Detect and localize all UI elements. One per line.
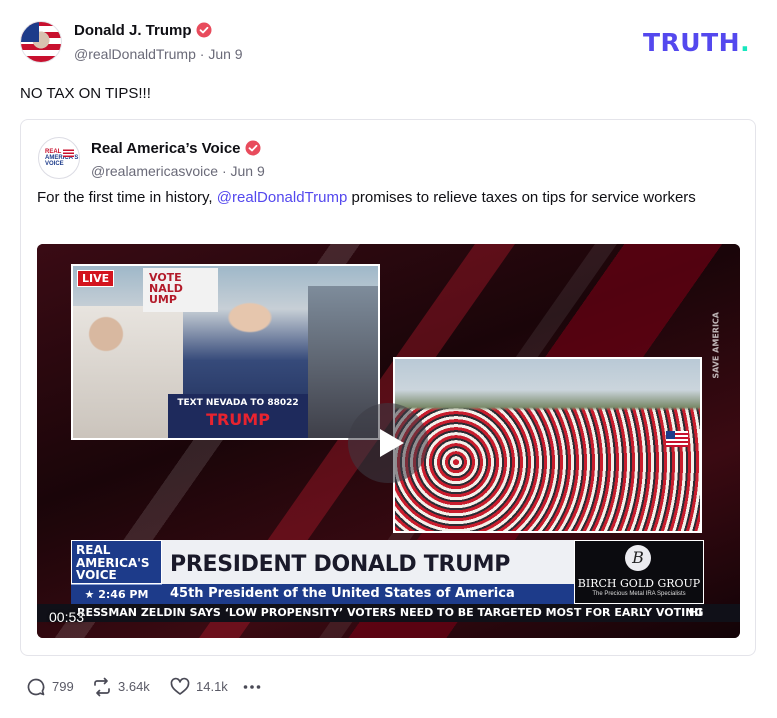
network-logo: REAL AMERICA'S VOICE: [71, 540, 162, 584]
sponsor-tagline: The Precious Metal IRA Specialists: [592, 591, 686, 597]
headline-bar: PRESIDENT DONALD TRUMP: [162, 540, 574, 584]
subheadline: 45th President of the United States of A…: [170, 586, 515, 601]
mention-link[interactable]: @realDonaldTrump: [217, 189, 348, 206]
video-panel-speech: VOTE NALD UMP TEXT NEVADA TO 88022 TRUMP…: [71, 264, 380, 440]
post-text: NO TAX ON TIPS!!!: [20, 85, 151, 102]
vote-sign: VOTE NALD UMP: [143, 268, 218, 312]
repost-icon: [94, 677, 110, 697]
sponsor-letter: B: [632, 548, 644, 567]
quote-avatar[interactable]: REAL AMERICA'S VOICE: [38, 137, 80, 179]
quote-avatar-line-3: VOICE: [45, 161, 64, 167]
quote-text: For the first time in history, @realDona…: [37, 188, 737, 208]
heart-icon: [170, 677, 190, 695]
author-handle[interactable]: @realDonaldTrump: [74, 46, 196, 62]
video-player[interactable]: VOTE NALD UMP TEXT NEVADA TO 88022 TRUMP…: [37, 244, 740, 638]
live-badge: LIVE: [77, 270, 115, 287]
podium-text: TEXT NEVADA TO 88022: [177, 398, 299, 408]
more-options-button[interactable]: [242, 676, 264, 698]
quote-author-name[interactable]: Real America’s Voice: [91, 140, 241, 157]
sponsor-ad: B BIRCH GOLD GROUP The Precious Metal IR…: [574, 540, 704, 604]
repost-button[interactable]: 3.64k: [92, 676, 156, 698]
video-duration: 00:53: [49, 609, 85, 625]
podium-big-text: TRUMP: [206, 410, 270, 429]
video-panel-crowd: [393, 357, 702, 533]
lower-third: REAL AMERICA'S VOICE ★ 2:46 PM CT★ PRESI…: [71, 540, 704, 621]
logo-text: TRUTH: [643, 28, 741, 57]
quote-author-meta: @realamericasvoice · Jun 9: [91, 163, 265, 179]
more-icon: [243, 685, 261, 689]
post-date[interactable]: Jun 9: [208, 46, 242, 62]
author-meta: @realDonaldTrump · Jun 9: [74, 46, 243, 62]
meta-separator: ·: [199, 46, 205, 62]
meta-separator: ·: [221, 163, 227, 179]
reply-icon: [27, 678, 45, 696]
logo-dot: .: [740, 28, 751, 57]
play-icon: [380, 429, 404, 457]
quote-author-row[interactable]: Real America’s Voice: [91, 140, 261, 157]
network-line-3: VOICE: [76, 568, 117, 582]
reply-button[interactable]: 799: [26, 676, 76, 698]
flag-icon: [63, 149, 74, 157]
author-name-row[interactable]: Donald J. Trump: [74, 22, 212, 39]
repost-count: 3.64k: [118, 679, 150, 694]
quote-author-handle[interactable]: @realamericasvoice: [91, 163, 218, 179]
play-button[interactable]: [348, 403, 428, 483]
post-card: Donald J. Trump @realDonaldTrump · Jun 9…: [0, 0, 777, 718]
verified-badge-icon: [196, 22, 212, 38]
network-line-1: REAL: [76, 543, 111, 557]
crowd-left: [73, 306, 183, 438]
truth-logo[interactable]: TRUTH.: [643, 28, 750, 57]
quote-text-after: promises to relieve taxes on tips for se…: [351, 189, 696, 206]
reply-count: 799: [52, 679, 74, 694]
verified-badge-icon: [245, 140, 261, 156]
quote-date[interactable]: Jun 9: [231, 163, 265, 179]
flag-icon: [666, 431, 688, 447]
quote-text-before: For the first time in history,: [37, 189, 213, 206]
quoted-post[interactable]: REAL AMERICA'S VOICE Real America’s Voic…: [20, 119, 756, 656]
headline: PRESIDENT DONALD TRUMP: [170, 552, 511, 577]
author-name[interactable]: Donald J. Trump: [74, 22, 192, 39]
ticker-text: RESSMAN ZELDIN SAYS ‘LOW PROPENSITY’ VOT…: [77, 606, 704, 619]
author-avatar[interactable]: [20, 21, 62, 63]
broadcast-time: ★ 2:46 PM CT★: [71, 584, 162, 621]
sponsor-name: BIRCH GOLD GROUP: [577, 577, 701, 590]
side-text: SAVE AMERICA: [712, 312, 721, 379]
podium: TEXT NEVADA TO 88022 TRUMP: [168, 394, 308, 438]
subheadline-bar: 45th President of the United States of A…: [162, 584, 574, 604]
news-ticker: RESSMAN ZELDIN SAYS ‘LOW PROPENSITY’ VOT…: [37, 604, 740, 622]
sponsor-logo: B: [625, 545, 651, 571]
like-button[interactable]: 14.1k: [170, 676, 230, 698]
like-count: 14.1k: [196, 679, 228, 694]
ticker-end: HI: [689, 606, 703, 619]
sign-line-3: UMP: [149, 293, 177, 306]
